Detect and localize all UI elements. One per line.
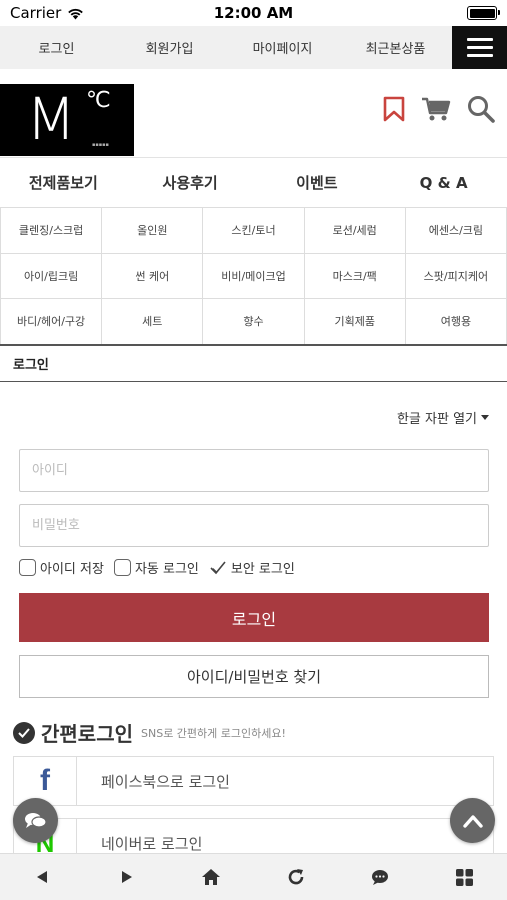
chevron-up-icon [462,814,483,828]
chat-float-button[interactable] [13,798,58,843]
top-nav-recent-link[interactable]: 최근본상품 [339,38,452,57]
check-circle-icon [13,721,35,744]
subcat-perfume[interactable]: 향수 [203,299,305,345]
main-nav-events[interactable]: 이벤트 [254,172,381,193]
arrow-right-icon [121,871,132,883]
caret-down-icon [481,415,489,420]
carrier-label: Carrier [10,4,62,22]
facebook-letter: f [40,764,50,797]
facebook-icon: f [14,757,77,805]
sns-login-header: 간편로그인 SNS로 간편하게 로그인하세요! [13,718,286,747]
subcat-lotion-serum[interactable]: 로션/세럼 [304,208,406,254]
naver-login-label: 네이버로 로그인 [101,834,203,853]
logo-mark: ▪▪▪▪▪ [92,142,109,148]
subcat-cleansing[interactable]: 클렌징/스크럽 [1,208,103,254]
arrow-left-icon [37,871,48,883]
save-id-checkbox[interactable] [19,559,36,576]
cart-icon[interactable] [421,96,451,122]
bookmark-icon[interactable] [383,96,405,122]
bottom-toolbar [0,853,507,900]
back-button[interactable] [22,857,62,897]
hamburger-menu-button[interactable] [452,26,507,69]
speech-bubble-icon [372,869,389,885]
main-nav-all-products[interactable]: 전제품보기 [0,172,127,193]
wifi-icon [68,8,84,19]
hamburger-icon [466,38,493,41]
home-icon [202,869,221,885]
sns-login-title: 간편로그인 [41,722,133,746]
subcat-all-in-one[interactable]: 올인원 [102,208,204,254]
id-input[interactable] [19,449,489,492]
keyboard-toggle-label: 한글 자판 열기 [396,412,477,427]
facebook-login-button[interactable]: f 페이스북으로 로그인 [13,756,494,806]
apps-grid-button[interactable] [445,857,485,897]
subcat-essence-cream[interactable]: 에센스/크림 [405,208,507,254]
checkmark-icon[interactable] [209,560,227,576]
top-nav-login-link[interactable]: 로그인 [0,38,113,57]
facebook-login-label: 페이스북으로 로그인 [101,772,230,791]
save-id-label: 아이디 저장 [40,562,104,577]
logo-degree: ℃ [86,88,111,113]
scroll-to-top-button[interactable] [450,798,495,843]
auto-login-option[interactable]: 자동 로그인 [113,558,199,577]
refresh-button[interactable] [276,857,316,897]
auto-login-label: 자동 로그인 [134,562,199,577]
subcat-body-hair[interactable]: 바디/헤어/구강 [1,299,103,345]
subcat-special[interactable]: 기획제품 [304,299,406,345]
top-nav-mypage-link[interactable]: 마이페이지 [226,38,339,57]
search-icon[interactable] [467,95,495,123]
main-nav-qna[interactable]: Q & A [380,174,507,192]
subcat-skin-toner[interactable]: 스킨/토너 [203,208,305,254]
secure-login-option[interactable]: 보안 로그인 [209,558,295,577]
secure-login-label: 보안 로그인 [230,562,295,577]
sub-category-grid: 클렌징/스크럽 올인원 스킨/토너 로션/세럼 에센스/크림 아이/립크림 썬 … [0,207,507,345]
grid-icon [456,868,474,886]
save-id-option[interactable]: 아이디 저장 [19,558,104,577]
subcat-eye-lip[interactable]: 아이/립크림 [1,253,103,299]
top-nav-signup-link[interactable]: 회원가입 [113,38,226,57]
message-button[interactable] [360,857,400,897]
subcat-set[interactable]: 세트 [102,299,204,345]
subcat-sun-care[interactable]: 썬 케어 [102,253,204,299]
home-button[interactable] [191,857,231,897]
battery-icon [467,6,500,20]
login-button[interactable]: 로그인 [19,593,489,642]
status-bar: Carrier 12:00 AM [0,0,507,26]
password-input[interactable] [19,504,489,547]
find-id-password-button[interactable]: 아이디/비밀번호 찾기 [19,655,489,698]
site-logo[interactable]: M ℃ ▪▪▪▪▪ [0,84,134,156]
page-title: 로그인 [0,344,507,382]
subcat-travel[interactable]: 여행용 [405,299,507,345]
main-nav: 전제품보기 사용후기 이벤트 Q & A [0,157,507,207]
auto-login-checkbox[interactable] [113,559,131,576]
subcat-spot-care[interactable]: 스팟/피지케어 [405,253,507,299]
refresh-icon [288,869,304,885]
login-options: 아이디 저장 자동 로그인 보안 로그인 [19,558,305,577]
chat-bubbles-icon [24,812,47,828]
main-nav-reviews[interactable]: 사용후기 [127,172,254,193]
forward-button[interactable] [107,857,147,897]
subcat-bb-makeup[interactable]: 비비/메이크업 [203,253,305,299]
korean-keyboard-toggle[interactable]: 한글 자판 열기 [397,408,489,427]
top-nav: 로그인 회원가입 마이페이지 최근본상품 [0,26,507,69]
header-icons [383,95,495,123]
carrier-info: Carrier [10,4,84,22]
subcat-mask-pack[interactable]: 마스크/팩 [304,253,406,299]
logo-letter: M [26,85,76,153]
site-header: M ℃ ▪▪▪▪▪ [0,69,507,157]
sns-login-subtitle: SNS로 간편하게 로그인하세요! [141,726,286,740]
